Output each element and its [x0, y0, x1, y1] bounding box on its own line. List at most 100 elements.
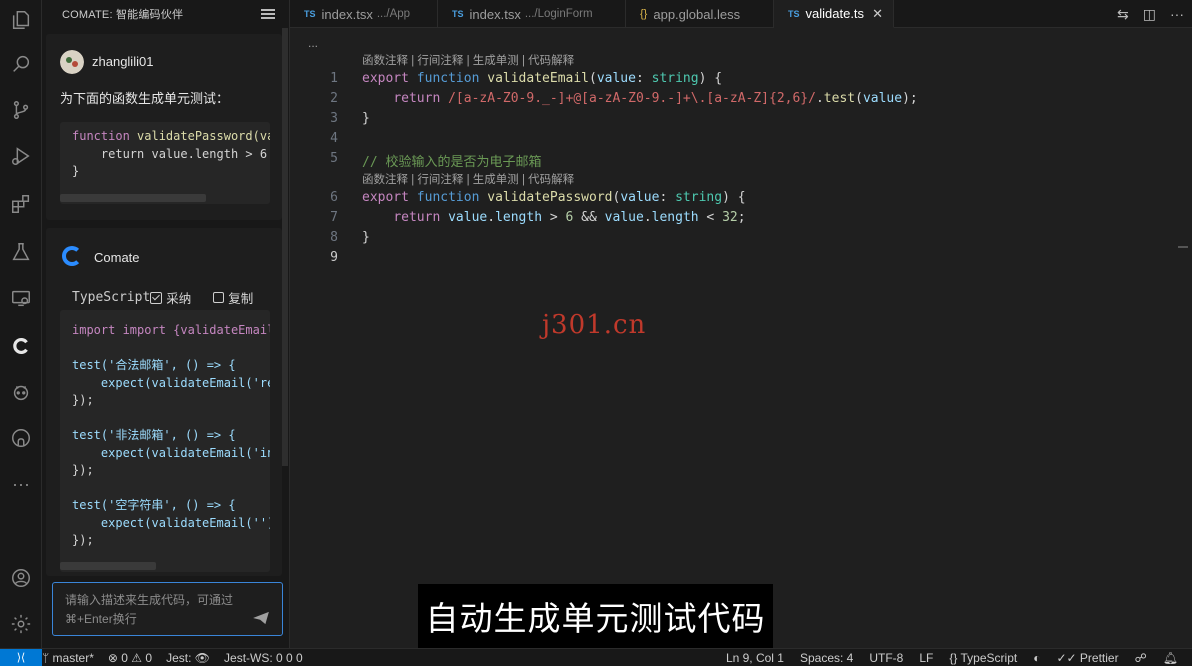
account-icon[interactable]: [0, 560, 42, 596]
line-number: 5: [330, 151, 338, 166]
tab-label: index.tsx: [321, 6, 373, 22]
code-editor[interactable]: ... 函数注释 | 行间注释 | 生成单测 | 代码解释 1 export f…: [290, 28, 1192, 648]
status-bar: ⟩⟨ ᛘ master* ⊗ 0 ⚠ 0 Jest: 👁 Jest-WS: 0 …: [0, 648, 1192, 666]
code-line: test('空字符串', () => {: [72, 498, 236, 512]
comate-side-panel: COMATE: 智能编码伙伴 zhanglili01 为下面的函数生成单元测试：…: [42, 0, 290, 648]
side-panel-header: COMATE: 智能编码伙伴: [42, 0, 289, 28]
tab-label: index.tsx: [469, 6, 521, 22]
copy-button[interactable]: 复制: [213, 288, 253, 307]
side-panel-title: COMATE: 智能编码伙伴: [62, 9, 184, 21]
code-line: import import {validateEmail: [72, 323, 270, 337]
code-line: }: [362, 230, 370, 245]
tab-path: .../App: [376, 8, 411, 20]
remote-indicator-icon[interactable]: ⟩⟨: [0, 648, 42, 666]
branch-name: master*: [52, 650, 94, 665]
code-line: return value.length > 6 && value.length …: [393, 210, 746, 225]
comate-icon[interactable]: [0, 328, 42, 364]
code-lens-actions[interactable]: 函数注释 | 行间注释 | 生成单测 | 代码解释: [362, 171, 574, 187]
branch-indicator[interactable]: ᛘ master*: [42, 651, 94, 665]
bot-code-scrollbar[interactable]: [60, 562, 156, 570]
watermark: j301.cn: [542, 310, 647, 340]
tab-index-loginform[interactable]: TS index.tsx .../LoginForm: [438, 0, 626, 28]
user-name: zhanglili01: [92, 54, 154, 69]
code-comment: // 校验输入的是否为电子邮箱: [362, 155, 542, 170]
encoding[interactable]: UTF-8: [869, 651, 903, 665]
code-lens-actions[interactable]: 函数注释 | 行间注释 | 生成单测 | 代码解释: [362, 52, 574, 68]
settings-gear-icon[interactable]: [0, 606, 42, 642]
code-line: });: [72, 463, 94, 477]
comate-status-icon[interactable]: ◐: [1033, 651, 1040, 665]
remote-explorer-icon[interactable]: [0, 280, 42, 316]
search-icon[interactable]: [0, 46, 42, 82]
prompt-input[interactable]: 请输入描述来生成代码，可通过 ⌘+Enter换行: [52, 582, 283, 636]
problems-indicator[interactable]: ⊗ 0 ⚠ 0: [108, 651, 152, 665]
tab-index-app[interactable]: TS index.tsx .../App: [290, 0, 438, 28]
vscode-window: ··· COMATE: 智能编码伙伴 zhanglili01 为下面的函数生成单…: [0, 0, 1192, 666]
side-panel-scrollbar[interactable]: [282, 28, 288, 466]
compare-icon[interactable]: ⇆: [1117, 6, 1129, 23]
accept-button[interactable]: 采纳: [150, 288, 191, 307]
tab-validate-ts[interactable]: TS validate.ts ✕: [774, 0, 894, 28]
prettier-status[interactable]: ✓✓ Prettier: [1056, 651, 1118, 665]
end-of-line[interactable]: LF: [919, 651, 933, 665]
cursor-position[interactable]: Ln 9, Col 1: [726, 651, 784, 665]
comate-logo-icon: [62, 246, 82, 266]
code-line: export function validateEmail(value: str…: [362, 71, 723, 86]
copilot-icon[interactable]: [0, 374, 42, 410]
notifications-bell-icon[interactable]: 🔔︎: [1163, 651, 1178, 665]
prompt-placeholder-line1: 请输入描述来生成代码，可通过: [65, 593, 234, 607]
status-bar-right: Ln 9, Col 1 Spaces: 4 UTF-8 LF {} TypeSc…: [726, 649, 1178, 666]
source-control-icon[interactable]: [0, 92, 42, 128]
jest-ws-label: Jest-WS:: [224, 650, 273, 665]
video-subtitle: 自动生成单元测试代码: [418, 584, 773, 648]
run-debug-icon[interactable]: [0, 138, 42, 174]
split-editor-icon[interactable]: ◫: [1143, 6, 1156, 23]
user-avatar: [60, 50, 84, 74]
jest-ws-status[interactable]: Jest-WS: 0 0 0: [224, 651, 303, 665]
menu-icon[interactable]: [261, 9, 275, 19]
feedback-icon[interactable]: ☍: [1135, 651, 1147, 665]
line-number: 1: [330, 71, 338, 86]
github-icon[interactable]: [0, 420, 42, 456]
code-line: export function validatePassword(value: …: [362, 190, 746, 205]
language-label: TypeScript: [960, 651, 1018, 665]
extensions-icon[interactable]: [0, 186, 42, 222]
code-language: TypeScript: [72, 290, 151, 305]
more-actions-icon[interactable]: ···: [1170, 6, 1184, 22]
testing-icon[interactable]: [0, 234, 42, 270]
explorer-icon[interactable]: [0, 2, 42, 38]
indentation[interactable]: Spaces: 4: [800, 651, 853, 665]
tab-label: app.global.less: [653, 6, 741, 22]
breadcrumb[interactable]: ...: [308, 36, 318, 50]
line-number: 4: [330, 131, 338, 146]
prompt-placeholder-line2: ⌘+Enter换行: [65, 612, 137, 626]
eye-icon: 👁: [194, 650, 211, 665]
jest-status[interactable]: Jest: 👁: [166, 651, 210, 665]
jest-ws-values: 0 0 0: [276, 650, 303, 665]
line-number: 9: [330, 250, 338, 265]
tab-path: .../LoginForm: [524, 8, 593, 20]
bot-code-snippet: import import {validateEmail test('合法邮箱',…: [60, 310, 270, 572]
user-code-scrollbar[interactable]: [60, 194, 206, 202]
code-line: expect(validateEmail(''): [72, 515, 270, 530]
tab-label: validate.ts: [805, 6, 865, 21]
code-line: expect(validateEmail('re: [72, 375, 270, 390]
code-line: }: [362, 111, 370, 126]
tab-app-global-less[interactable]: {} app.global.less: [626, 0, 774, 28]
language-mode[interactable]: {} TypeScript: [949, 651, 1017, 665]
accept-label: 采纳: [166, 292, 192, 306]
bot-name: Comate: [94, 250, 140, 265]
code-line: return /[a-zA-Z0-9._-]+@[a-zA-Z0-9.-]+\.…: [393, 91, 918, 106]
user-message-card: zhanglili01 为下面的函数生成单元测试： function valid…: [46, 34, 282, 220]
jest-label: Jest:: [166, 650, 192, 665]
line-number: 6: [330, 190, 338, 205]
more-icon[interactable]: ···: [0, 466, 42, 502]
error-count: 0: [121, 650, 128, 665]
bot-message-card: Comate TypeScript 采纳 复制 import import {v…: [46, 228, 282, 576]
ts-file-icon: TS: [304, 9, 316, 19]
close-icon[interactable]: ✕: [872, 6, 883, 22]
send-icon[interactable]: [252, 611, 270, 625]
